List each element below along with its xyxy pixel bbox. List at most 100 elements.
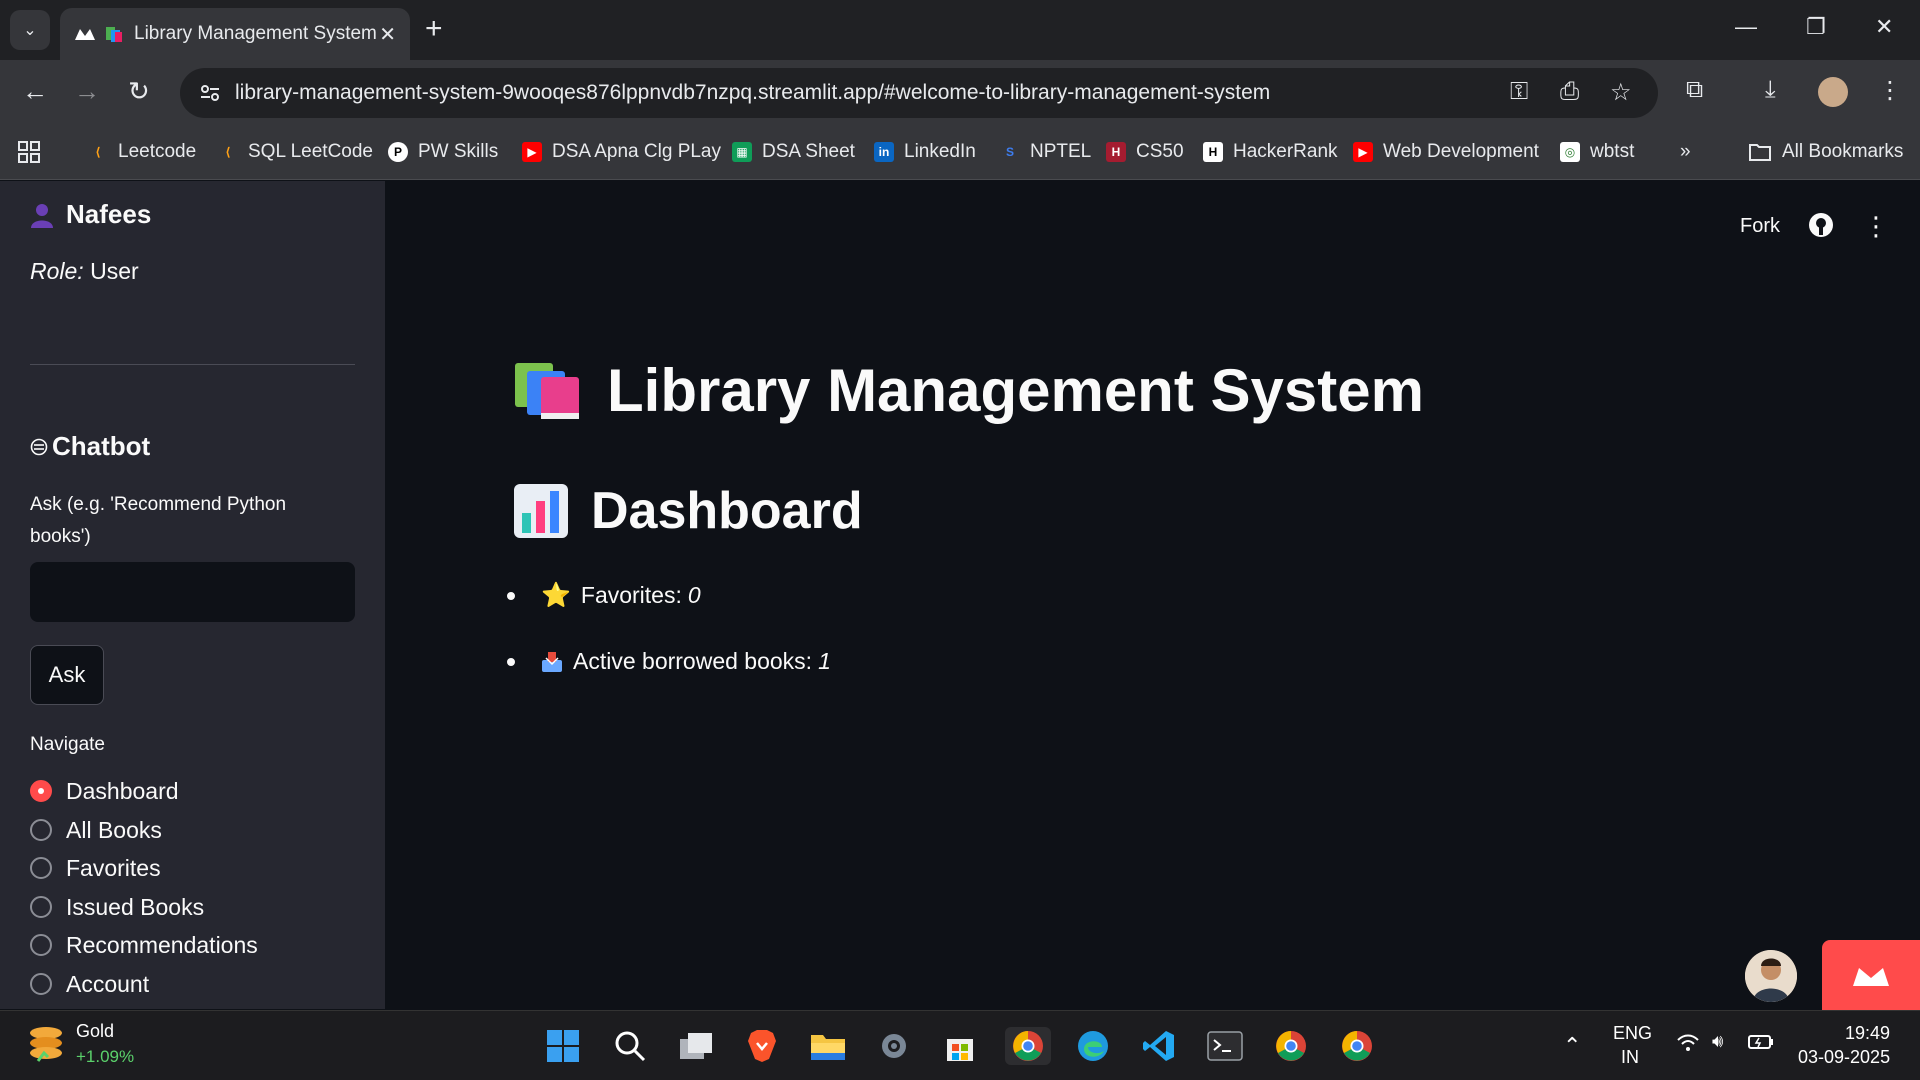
borrowed-metric: Active borrowed books: 1 <box>507 648 831 675</box>
site-info-icon[interactable] <box>194 77 226 109</box>
app-menu-icon[interactable]: ⋮ <box>1863 211 1889 242</box>
browser-tab-bar: ⌄ Library Management System ✕ + — ❐ ✕ <box>0 0 1920 60</box>
profile-avatar[interactable] <box>1818 77 1848 107</box>
password-key-icon[interactable]: ⚿ <box>1510 78 1528 106</box>
file-explorer-icon[interactable] <box>809 1027 847 1065</box>
radio-unselected-icon <box>30 857 52 879</box>
widget-label: Gold <box>76 1021 115 1041</box>
folder-icon <box>1749 144 1771 161</box>
bullet <box>507 591 515 600</box>
star-icon: ⭐ <box>541 582 571 609</box>
back-icon[interactable]: ← <box>22 76 48 106</box>
streamlit-badge[interactable] <box>1822 940 1920 1010</box>
apps-grid-icon[interactable] <box>18 138 40 166</box>
nav-radio-favorites[interactable]: Favorites <box>30 853 161 883</box>
bookmark-dsa-sheet[interactable]: ▦ DSA Sheet <box>732 138 855 166</box>
all-bookmarks-folder[interactable]: All Bookmarks <box>1748 138 1903 166</box>
new-tab-button[interactable]: + <box>425 12 443 46</box>
bookmark-cs50[interactable]: H CS50 <box>1106 138 1184 166</box>
language-code[interactable]: ENG <box>1613 1023 1652 1044</box>
more-bookmarks-icon[interactable]: » <box>1680 138 1691 166</box>
sidebar-divider <box>30 364 355 365</box>
leetcode-icon: ⟨ <box>95 145 101 159</box>
browser-menu-icon[interactable]: ⋮ <box>1878 76 1902 105</box>
nav-radio-issued-books[interactable]: Issued Books <box>30 892 204 922</box>
linkedin-icon: in <box>874 142 894 162</box>
restore-window-icon[interactable]: ❐ <box>1806 14 1826 40</box>
download-icon[interactable]: ⤓ <box>1765 76 1776 104</box>
address-bar[interactable]: library-management-system-9wooqes876lppn… <box>180 68 1658 118</box>
gold-widget-icon[interactable] <box>28 1025 64 1068</box>
show-hidden-icons-icon[interactable]: ⌃ <box>1563 1033 1581 1059</box>
pwskills-icon: P <box>388 142 408 162</box>
main-content: Fork ⋮ Library Management System Dashboa… <box>385 181 1920 1009</box>
github-icon[interactable] <box>1807 211 1835 245</box>
browser-toolbar: ← → ↻ library-management-system-9wooqes8… <box>0 60 1920 126</box>
bookmark-wbtst[interactable]: ◎ wbtst <box>1560 138 1634 166</box>
ask-button[interactable]: Ask <box>30 645 104 705</box>
edge-browser-icon[interactable] <box>1074 1027 1112 1065</box>
chrome-profile-2-icon[interactable] <box>1272 1027 1310 1065</box>
bullet <box>507 657 515 666</box>
nav-radio-dashboard[interactable]: Dashboard <box>30 776 179 806</box>
bookmark-nptel[interactable]: S NPTEL <box>1000 138 1091 166</box>
bookmark-pw-skills[interactable]: P PW Skills <box>388 138 498 166</box>
bookmark-leetcode[interactable]: ⟨ Leetcode <box>88 138 196 166</box>
books-favicon-icon <box>106 27 122 42</box>
chatbot-title: Chatbot <box>52 431 151 461</box>
task-view-icon[interactable] <box>677 1027 715 1065</box>
reload-icon[interactable]: ↻ <box>128 76 150 106</box>
bookmark-dsa-apna[interactable]: ▶ DSA Apna Clg PLay <box>522 138 721 166</box>
browser-tab-active[interactable]: Library Management System ✕ <box>60 8 410 60</box>
chrome-profile-3-icon[interactable] <box>1338 1027 1376 1065</box>
terminal-icon[interactable] <box>1206 1027 1244 1065</box>
microsoft-store-icon[interactable] <box>941 1027 979 1065</box>
wifi-icon[interactable] <box>1676 1033 1700 1058</box>
language-region[interactable]: IN <box>1621 1047 1639 1068</box>
bookmark-hackerrank[interactable]: H HackerRank <box>1203 138 1338 166</box>
battery-icon[interactable] <box>1748 1033 1774 1056</box>
volume-icon[interactable]: 🔊︎ <box>1712 1031 1723 1052</box>
tab-search-button[interactable]: ⌄ <box>10 10 50 50</box>
radio-unselected-icon <box>30 819 52 841</box>
ask-input[interactable] <box>30 562 355 622</box>
bookmark-sql-leetcode[interactable]: ⟨ SQL LeetCode <box>218 138 373 166</box>
close-tab-icon[interactable]: ✕ <box>379 22 396 47</box>
streamlit-crown-icon <box>1853 968 1889 986</box>
youtube-icon: ▶ <box>522 142 542 162</box>
user-icon <box>31 203 53 228</box>
nav-radio-account[interactable]: Account <box>30 969 149 999</box>
role-line: Role: User <box>30 258 139 285</box>
chrome-active-icon[interactable] <box>1005 1027 1051 1065</box>
minimize-window-icon[interactable]: — <box>1735 14 1757 40</box>
streamlit-favicon-icon <box>75 29 95 40</box>
extensions-icon[interactable]: ⧉ <box>1686 76 1703 104</box>
favorites-count: 0 <box>687 582 701 608</box>
search-icon[interactable] <box>611 1027 649 1065</box>
leetcode-icon: ⟨ <box>225 145 231 159</box>
settings-gear-icon[interactable] <box>875 1027 913 1065</box>
bookmark-linkedin[interactable]: in LinkedIn <box>874 138 976 166</box>
clock-date[interactable]: 03-09-2025 <box>1798 1047 1890 1068</box>
forward-icon[interactable]: → <box>74 76 100 106</box>
role-label: Role: <box>30 258 84 284</box>
sidebar: Nafees Role: User Chatbot Ask (e.g. 'Rec… <box>0 181 385 1009</box>
bookmark-star-icon[interactable]: ☆ <box>1610 78 1632 107</box>
chevron-down-icon: ⌄ <box>23 22 37 39</box>
nav-radio-all-books[interactable]: All Books <box>30 815 162 845</box>
developer-avatar[interactable] <box>1745 950 1797 1002</box>
inbox-tray-icon <box>542 651 562 672</box>
close-window-icon[interactable]: ✕ <box>1875 14 1893 40</box>
brave-browser-icon[interactable] <box>743 1027 781 1065</box>
windows-start-icon[interactable] <box>544 1027 582 1065</box>
bookmark-web-development[interactable]: ▶ Web Development <box>1353 138 1539 166</box>
install-app-icon[interactable]: ⎙ <box>1560 78 1579 106</box>
youtube-icon: ▶ <box>1353 142 1373 162</box>
vscode-icon[interactable] <box>1140 1027 1178 1065</box>
role-value: User <box>90 258 139 284</box>
clock-time[interactable]: 19:49 <box>1845 1023 1890 1044</box>
widget-value: +1.09% <box>76 1047 135 1066</box>
nav-radio-recommendations[interactable]: Recommendations <box>30 930 258 960</box>
page-title: Library Management System <box>513 356 1424 425</box>
fork-button[interactable]: Fork <box>1740 215 1780 238</box>
